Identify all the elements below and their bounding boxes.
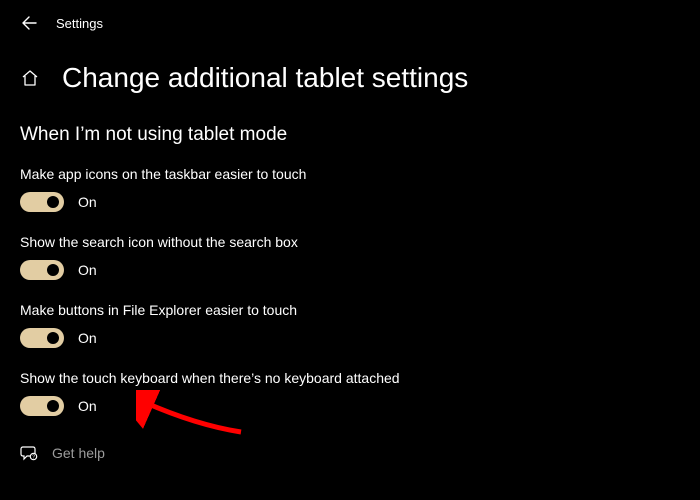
get-help-link[interactable]: ? Get help <box>20 444 700 462</box>
setting-app-icons: Make app icons on the taskbar easier to … <box>20 166 700 212</box>
setting-label: Show the search icon without the search … <box>20 234 700 250</box>
toggle-app-icons[interactable] <box>20 192 64 212</box>
toggle-row: On <box>20 192 700 212</box>
window-title: Settings <box>56 16 103 31</box>
setting-label: Show the touch keyboard when there’s no … <box>20 370 700 386</box>
toggle-file-explorer-buttons[interactable] <box>20 328 64 348</box>
chat-help-icon: ? <box>20 444 38 462</box>
setting-touch-keyboard: Show the touch keyboard when there’s no … <box>20 370 700 416</box>
toggle-state: On <box>78 262 97 278</box>
svg-text:?: ? <box>32 455 35 461</box>
section-heading: When I’m not using tablet mode <box>20 124 700 146</box>
toggle-search-icon[interactable] <box>20 260 64 280</box>
setting-file-explorer-buttons: Make buttons in File Explorer easier to … <box>20 302 700 348</box>
content-area: When I’m not using tablet mode Make app … <box>20 124 700 416</box>
home-icon[interactable] <box>20 68 40 88</box>
toggle-row: On <box>20 260 700 280</box>
toggle-touch-keyboard[interactable] <box>20 396 64 416</box>
top-bar: Settings <box>0 0 700 36</box>
setting-label: Make buttons in File Explorer easier to … <box>20 302 700 318</box>
setting-search-icon: Show the search icon without the search … <box>20 234 700 280</box>
toggle-state: On <box>78 398 97 414</box>
toggle-row: On <box>20 328 700 348</box>
toggle-row: On <box>20 396 700 416</box>
annotation-arrow-icon <box>136 390 246 440</box>
get-help-label: Get help <box>52 445 105 461</box>
setting-label: Make app icons on the taskbar easier to … <box>20 166 700 182</box>
page-header: Change additional tablet settings <box>20 62 700 94</box>
toggle-state: On <box>78 194 97 210</box>
page-title: Change additional tablet settings <box>62 62 468 94</box>
toggle-state: On <box>78 330 97 346</box>
back-icon[interactable] <box>20 14 38 32</box>
